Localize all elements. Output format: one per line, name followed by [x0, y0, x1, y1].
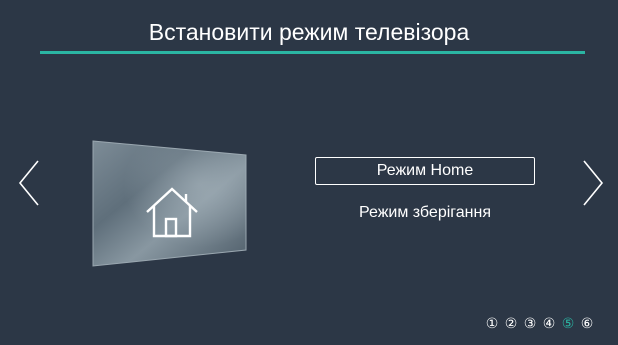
- page-title: Встановити режим телевізора: [148, 19, 470, 45]
- step-2: ②: [504, 315, 518, 331]
- chevron-right-icon: [583, 160, 604, 206]
- step-4: ④: [542, 315, 556, 331]
- option-store-mode[interactable]: Режим зберігання: [315, 202, 535, 224]
- title-underline: [40, 51, 585, 54]
- previous-button[interactable]: [16, 158, 42, 208]
- option-home-mode[interactable]: Режим Home: [315, 157, 535, 185]
- step-6: ⑥: [580, 315, 594, 331]
- next-button[interactable]: [580, 158, 606, 208]
- step-indicator: ① ② ③ ④ ⑤ ⑥: [483, 314, 596, 332]
- mode-preview-image: [90, 138, 250, 268]
- tv-setup-screen: Встановити режим телевізора Режим Home Р…: [0, 0, 618, 345]
- step-1: ①: [485, 315, 499, 331]
- step-5-current: ⑤: [561, 315, 575, 331]
- chevron-left-icon: [18, 160, 39, 206]
- step-3: ③: [523, 315, 537, 331]
